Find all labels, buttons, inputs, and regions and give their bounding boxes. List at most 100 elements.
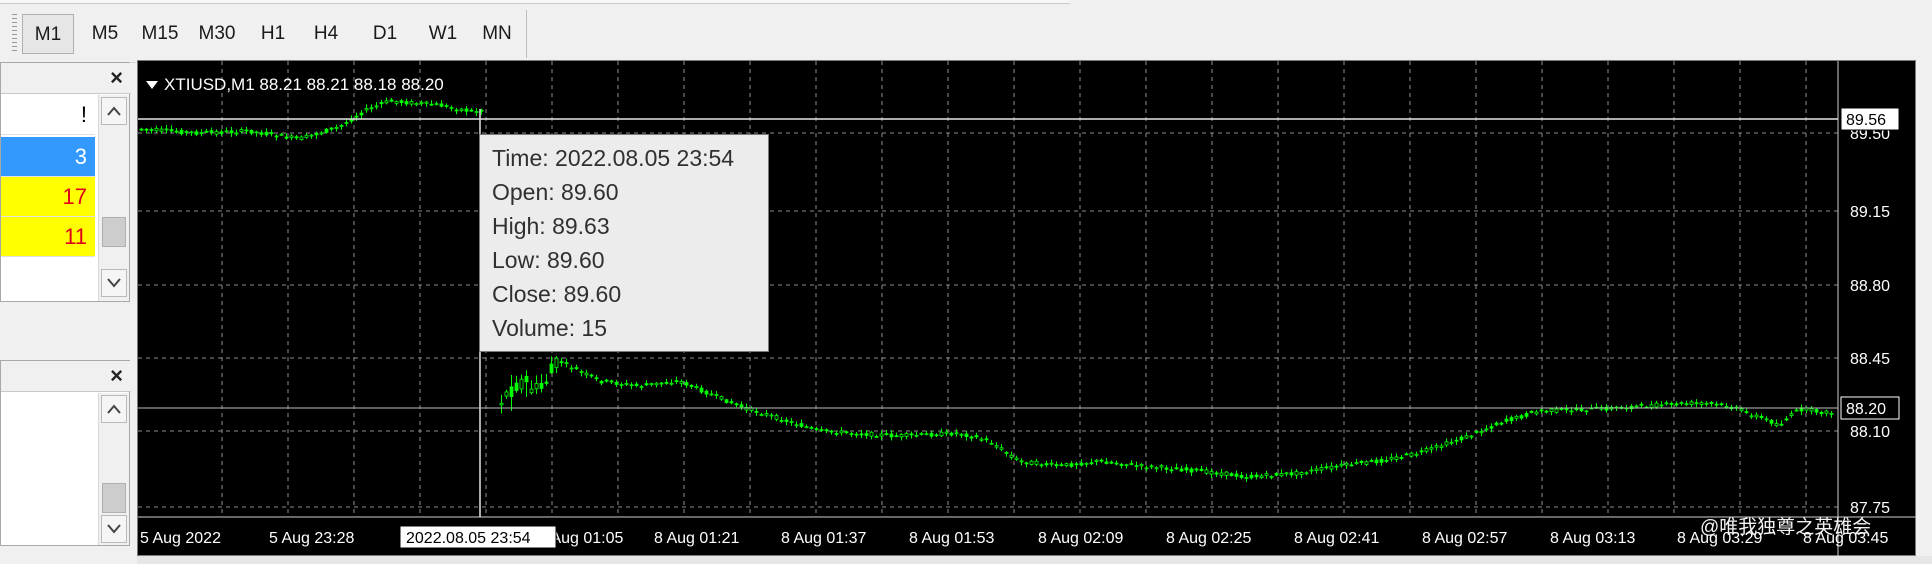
toolbar-grip-handle[interactable] — [12, 14, 17, 52]
candle-body — [629, 384, 634, 387]
candle-body — [1524, 413, 1529, 417]
timeframe-button-m15[interactable]: M15 — [134, 14, 186, 54]
candle-body — [499, 402, 504, 406]
bid-price-label: 88.20 — [1846, 401, 1886, 418]
candle-body — [1089, 462, 1094, 465]
candle-body — [1014, 457, 1019, 460]
candle-body — [839, 430, 844, 434]
right-window-edge — [1916, 60, 1932, 556]
timeframe-button-h4[interactable]: H4 — [303, 14, 349, 54]
candle-body — [1399, 456, 1404, 459]
candle-body — [444, 105, 449, 107]
candle-body — [1274, 473, 1279, 476]
candle-body — [934, 434, 939, 437]
candle-body — [969, 436, 974, 439]
candle-body — [684, 382, 689, 386]
timeframe-button-m30[interactable]: M30 — [190, 14, 244, 54]
candle-body — [1719, 403, 1724, 406]
candle-body — [584, 372, 589, 376]
list-item[interactable]: 11 — [1, 217, 95, 257]
candle-body — [1254, 474, 1259, 478]
candle-body — [644, 383, 649, 386]
left-top-scrollbar[interactable] — [98, 95, 129, 301]
candle-body — [1134, 465, 1139, 467]
candle-body — [394, 101, 399, 104]
candle-body — [1784, 418, 1789, 421]
candle-body — [549, 363, 554, 374]
candle-body — [904, 433, 909, 437]
candle-body — [199, 132, 204, 134]
candle-body — [1244, 477, 1249, 479]
candle-body — [859, 433, 864, 436]
scroll-down-button[interactable] — [101, 515, 127, 543]
candle-body — [809, 427, 814, 429]
candle-body — [274, 135, 279, 138]
candle-body — [829, 430, 834, 433]
candle-body — [244, 129, 249, 132]
candle-body — [1194, 468, 1199, 471]
candle-body — [1779, 423, 1784, 426]
timeframe-button-mn[interactable]: MN — [472, 14, 522, 54]
candle-body — [1744, 411, 1749, 414]
candle-body — [214, 131, 219, 135]
chart-menu-triangle-icon[interactable] — [146, 81, 158, 89]
candle-body — [1049, 462, 1054, 465]
candle-body — [1359, 460, 1364, 464]
candle-body — [1429, 447, 1434, 450]
timeframe-button-w1[interactable]: W1 — [418, 14, 468, 54]
candle-body — [1564, 408, 1569, 411]
candle-body — [1054, 464, 1059, 467]
left-bottom-panel-close-button[interactable]: × — [110, 362, 123, 390]
price-axis-label: 88.80 — [1850, 278, 1890, 295]
price-axis-label: 89.15 — [1850, 204, 1890, 221]
candle-body — [1319, 467, 1324, 471]
list-item-selected[interactable]: 3 — [1, 137, 95, 177]
candle-body — [1654, 402, 1659, 408]
timeframe-button-h1[interactable]: H1 — [250, 14, 296, 54]
candle-body — [754, 410, 759, 413]
candle-body — [899, 434, 904, 438]
timeframe-button-d1[interactable]: D1 — [362, 14, 408, 54]
scroll-up-button[interactable] — [101, 97, 127, 125]
timeframe-button-m5[interactable]: M5 — [80, 14, 130, 54]
candle-body — [1749, 415, 1754, 418]
candle-body — [1029, 460, 1034, 465]
price-chart[interactable]: XTIUSD,M1 88.21 88.21 88.18 88.20 89.50 … — [137, 60, 1917, 557]
left-top-panel-close-button[interactable]: × — [110, 64, 123, 92]
candle-body — [1094, 459, 1099, 462]
candle-body — [1699, 402, 1704, 405]
candle-body — [249, 129, 254, 134]
candle-body — [1229, 473, 1234, 477]
candle-body — [774, 415, 779, 420]
list-item[interactable]: 17 — [1, 177, 95, 217]
candlestick-chart-svg[interactable]: XTIUSD,M1 88.21 88.21 88.18 88.20 89.50 … — [138, 61, 1917, 557]
scroll-up-button[interactable] — [101, 395, 127, 423]
scroll-down-button[interactable] — [101, 269, 127, 297]
candle-data-tooltip: Time: 2022.08.05 23:54 Open: 89.60 High:… — [479, 134, 769, 352]
candle-body — [909, 433, 914, 436]
candle-body — [989, 442, 994, 445]
scroll-thumb[interactable] — [102, 217, 126, 247]
candle-body — [409, 101, 414, 105]
timeframe-button-m1[interactable]: M1 — [22, 14, 74, 54]
candle-body — [864, 433, 869, 436]
candle-body — [459, 108, 464, 112]
scroll-thumb[interactable] — [102, 483, 126, 513]
chevron-down-icon — [107, 524, 121, 534]
candle-body — [534, 382, 539, 390]
candle-body — [1364, 461, 1369, 465]
candle-body — [1674, 403, 1679, 406]
tooltip-open: Open: 89.60 — [492, 179, 619, 205]
candle-body — [1199, 468, 1204, 471]
candle-body — [964, 433, 969, 437]
candle-body — [519, 378, 524, 390]
candle-body — [1159, 465, 1164, 468]
candle-body — [1794, 409, 1799, 412]
left-bottom-scrollbar[interactable] — [98, 393, 129, 545]
candle-body — [669, 382, 674, 385]
candle-body — [159, 128, 164, 132]
tooltip-close: Close: 89.60 — [492, 281, 622, 307]
left-bottom-panel-header: × — [1, 361, 131, 392]
candle-body — [1349, 464, 1354, 467]
candle-body — [1709, 402, 1714, 404]
